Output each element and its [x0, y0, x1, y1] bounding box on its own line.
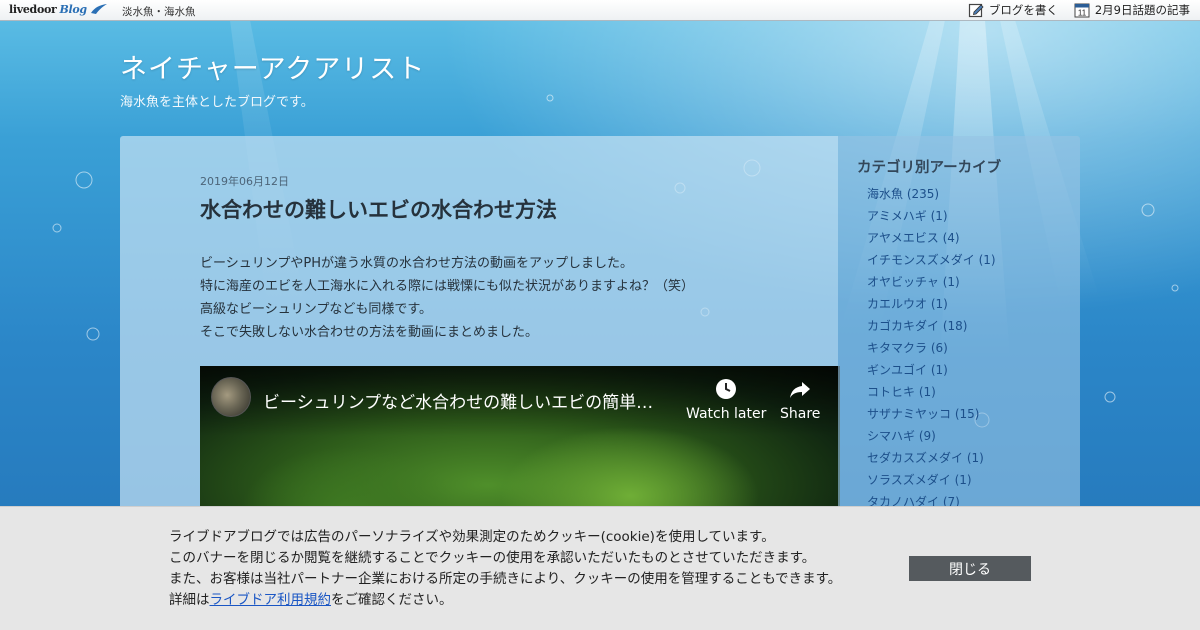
sidebar: カテゴリ別アーカイブ 海水魚 (235) アミメハギ (1) アヤメエビス (4…	[838, 136, 1080, 536]
cookie-notice-line: また、お客様は当社パートナー企業における所定の手続きにより、クッキーの使用を管理…	[169, 571, 842, 587]
bird-icon	[91, 4, 108, 14]
post-body: ビーシュリンプやPHが違う水質の水合わせ方法の動画をアップしました。 特に海産の…	[200, 252, 694, 344]
cookie-details-prefix: 詳細は	[169, 592, 210, 608]
category-link[interactable]: カエルウオ (1)	[867, 293, 996, 315]
category-link[interactable]: サザナミヤッコ (15)	[867, 403, 996, 425]
cookie-notice-line: 詳細はライブドア利用規約をご確認ください。	[169, 590, 841, 611]
share-button[interactable]: Share	[780, 378, 820, 422]
trending-articles-label: 2月9日話題の記事	[1094, 3, 1190, 17]
category-link[interactable]: コトヒキ (1)	[867, 381, 996, 403]
category-link[interactable]: オヤビッチャ (1)	[867, 271, 996, 293]
channel-avatar[interactable]	[211, 377, 251, 417]
livedoor-top-bar: livedoor Blog 淡水魚・海水魚 ブログを書く 11 2月9日話題の記事	[0, 0, 1200, 21]
post-paragraph: 高級なビーシュリンプなども同様です。	[200, 302, 433, 317]
category-link[interactable]: イチモンスズメダイ (1)	[867, 249, 996, 271]
share-label: Share	[780, 406, 821, 422]
trending-articles-link[interactable]: 11 2月9日話題の記事	[1074, 2, 1190, 18]
cookie-notice-line: このバナーを閉じるか閲覧を継続することでクッキーの使用を承認いただいたものとさせ…	[169, 550, 816, 566]
write-blog-label: ブログを書く	[988, 3, 1058, 17]
share-arrow-icon	[790, 382, 811, 398]
category-link[interactable]: 海水魚 (235)	[867, 183, 996, 205]
watch-later-button[interactable]: Watch later	[686, 378, 766, 422]
blog-title[interactable]: ネイチャーアクアリスト	[120, 47, 425, 86]
calendar-icon: 11	[1074, 3, 1090, 18]
calendar-day-number: 11	[1078, 9, 1087, 18]
cookie-consent-banner: ライブドアブログでは広告のパーソナライズや効果測定のためクッキー(cookie)…	[0, 506, 1200, 630]
blog-description: 海水魚を主体としたブログです。	[120, 95, 314, 110]
pencil-edit-icon	[968, 3, 984, 18]
category-archive-heading: カテゴリ別アーカイブ	[857, 160, 1002, 176]
category-link[interactable]: シマハギ (9)	[867, 425, 996, 447]
category-link[interactable]: セダカスズメダイ (1)	[867, 447, 996, 469]
clock-icon	[716, 379, 737, 399]
category-link[interactable]: アミメハギ (1)	[867, 205, 996, 227]
write-blog-link[interactable]: ブログを書く	[968, 2, 1058, 18]
logo-text: livedoor	[9, 3, 57, 16]
logo-blog-text: Blog	[59, 3, 88, 16]
category-link[interactable]: キタマクラ (6)	[867, 337, 996, 359]
livedoor-blog-logo[interactable]: livedoor Blog	[9, 3, 108, 19]
category-link[interactable]: ソラスズメダイ (1)	[867, 469, 996, 491]
category-breadcrumb[interactable]: 淡水魚・海水魚	[122, 4, 196, 19]
category-list: 海水魚 (235) アミメハギ (1) アヤメエビス (4) イチモンスズメダイ…	[867, 183, 996, 513]
terms-of-use-link[interactable]: ライブドア利用規約	[210, 592, 332, 608]
post-paragraph: そこで失敗しない水合わせの方法を動画にまとめました。	[200, 325, 539, 340]
article-panel: 2019年06月12日 水合わせの難しいエビの水合わせ方法 ビーシュリンプやPH…	[120, 136, 840, 536]
close-banner-button[interactable]: 閉じる	[909, 556, 1031, 581]
category-link[interactable]: ギンユゴイ (1)	[867, 359, 996, 381]
category-link[interactable]: カゴカキダイ (18)	[867, 315, 996, 337]
post-paragraph: 特に海産のエビを人工海水に入れる際には戦慄にも似た状況がありますよね？（笑）	[200, 279, 695, 294]
watch-later-label: Watch later	[686, 406, 767, 422]
post-title[interactable]: 水合わせの難しいエビの水合わせ方法	[200, 194, 557, 224]
post-paragraph: ビーシュリンプやPHが違う水質の水合わせ方法の動画をアップしました。	[200, 256, 633, 271]
cookie-details-suffix: をご確認ください。	[331, 592, 453, 608]
cookie-notice-text: ライブドアブログでは広告のパーソナライズや効果測定のためクッキー(cookie)…	[169, 527, 841, 611]
cookie-notice-line: ライブドアブログでは広告のパーソナライズや効果測定のためクッキー(cookie)…	[169, 529, 775, 545]
post-date: 2019年06月12日	[200, 175, 289, 188]
video-title[interactable]: ビーシュリンプなど水合わせの難しいエビの簡単…	[263, 388, 675, 413]
category-link[interactable]: アヤメエビス (4)	[867, 227, 996, 249]
